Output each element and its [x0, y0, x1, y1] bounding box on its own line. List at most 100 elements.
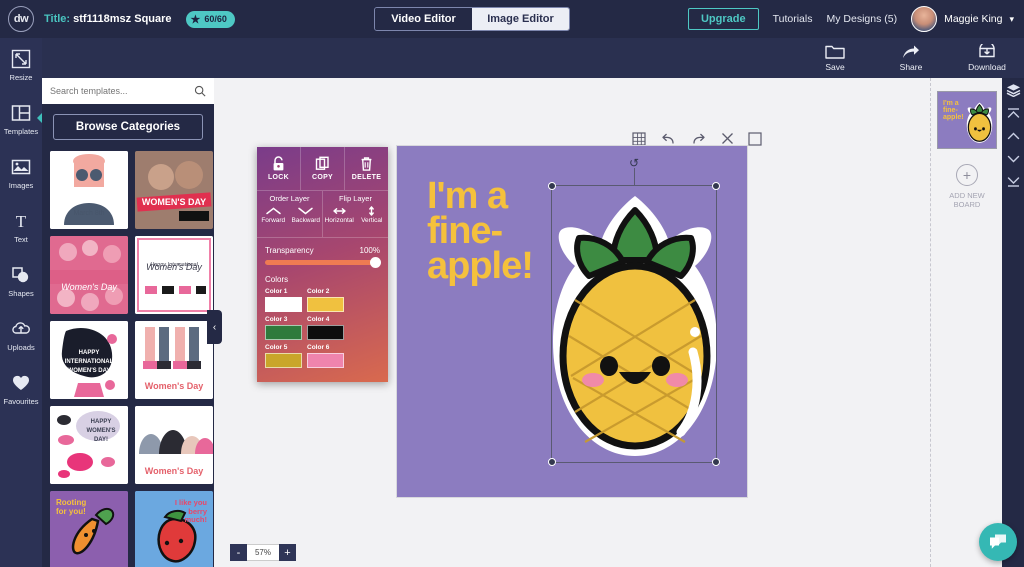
- fullscreen-icon[interactable]: [748, 131, 762, 151]
- copy-button[interactable]: COPY: [300, 147, 344, 190]
- favourites-icon: [12, 375, 30, 390]
- template-card[interactable]: Happy InternationalWomen's Day: [50, 236, 128, 314]
- resize-handle-bl[interactable]: [548, 458, 556, 466]
- template-card[interactable]: I like you berry much!: [135, 491, 213, 567]
- share-label: Share: [899, 62, 923, 72]
- swatch-color[interactable]: [265, 353, 302, 368]
- zoom-out-button[interactable]: -: [230, 544, 247, 561]
- template-card[interactable]: March 8th: [50, 151, 128, 229]
- bt-line-2: fine-: [943, 107, 958, 114]
- template-card-title: Women's Day: [144, 466, 204, 476]
- tutorials-link[interactable]: Tutorials: [773, 13, 813, 25]
- board-thumb-artwork: [966, 102, 993, 143]
- user-menu[interactable]: Maggie King ▾: [911, 6, 1014, 32]
- share-button[interactable]: Share: [890, 44, 932, 72]
- layers-button[interactable]: [1002, 78, 1024, 101]
- resize-icon: [11, 49, 31, 69]
- template-card[interactable]: HAPPY INTERNATIONALWomen's Day: [135, 406, 213, 484]
- chevron-down-icon: ▾: [1009, 13, 1014, 24]
- swatch-color[interactable]: [307, 297, 344, 312]
- order-backward-button[interactable]: Backward: [290, 206, 323, 224]
- document-title[interactable]: stf1118msz Square: [73, 13, 171, 25]
- artboard-headline[interactable]: I'm a fine- apple!: [427, 177, 534, 285]
- template-card[interactable]: Happy InternationalWomen's Day: [135, 236, 213, 314]
- rail-label: Shapes: [8, 289, 34, 298]
- rail-item-resize[interactable]: Resize: [0, 38, 42, 92]
- artboard[interactable]: I'm a fine- apple! ↺: [397, 146, 747, 497]
- rotate-line: [634, 168, 635, 186]
- swatch-color[interactable]: [307, 325, 344, 340]
- editor-mode-toggle[interactable]: Video Editor Image Editor: [374, 7, 570, 31]
- template-card[interactable]: MARCH 8THWOMEN'S DAY: [135, 151, 213, 229]
- rail-label: Images: [8, 181, 34, 190]
- save-label: Save: [825, 62, 845, 72]
- lock-button[interactable]: LOCK: [257, 147, 300, 190]
- color-swatch-1[interactable]: Color 1: [265, 288, 302, 312]
- slider-knob[interactable]: [370, 257, 381, 268]
- my-designs-link[interactable]: My Designs (5): [826, 13, 897, 25]
- template-card[interactable]: HAPPY INTERNATIONAL WOMEN'S DAY: [50, 321, 128, 399]
- download-button[interactable]: Download: [966, 44, 1008, 72]
- template-search-bar[interactable]: [42, 78, 214, 104]
- tab-image-editor[interactable]: Image Editor: [472, 8, 569, 30]
- color-swatch-3[interactable]: Color 3: [265, 316, 302, 340]
- board-thumbnail[interactable]: I'm a fine- apple!: [937, 91, 997, 149]
- rail-item-uploads[interactable]: Uploads: [0, 308, 42, 362]
- rotate-handle-icon[interactable]: ↺: [629, 156, 639, 170]
- app-logo[interactable]: dw: [8, 6, 34, 32]
- zoom-in-button[interactable]: +: [279, 544, 296, 561]
- resize-handle-br[interactable]: [712, 458, 720, 466]
- template-card-title: I like you berry much!: [174, 498, 207, 525]
- flip-vertical-label: Vertical: [361, 217, 383, 224]
- color-swatch-5[interactable]: Color 5: [265, 344, 302, 368]
- swatch-color[interactable]: [265, 297, 302, 312]
- top-right-nav: Upgrade Tutorials My Designs (5) Maggie …: [687, 0, 1014, 38]
- template-card-title: HAPPY INTERNATIONAL WOMEN'S DAY: [64, 350, 114, 374]
- previous-board-button[interactable]: [1002, 124, 1024, 147]
- first-board-button[interactable]: [1002, 101, 1024, 124]
- flip-horizontal-button[interactable]: Horizontal: [323, 206, 356, 224]
- rail-item-favourites[interactable]: Favourites: [0, 362, 42, 416]
- selection-frame[interactable]: ↺: [548, 156, 720, 466]
- rail-item-shapes[interactable]: Shapes: [0, 254, 42, 308]
- color-swatch-2[interactable]: Color 2: [307, 288, 344, 312]
- folder-icon: [825, 45, 845, 59]
- images-icon: [11, 159, 31, 175]
- swatch-color[interactable]: [307, 353, 344, 368]
- order-backward-label: Backward: [291, 217, 321, 224]
- credits-badge: ★ 60/60: [185, 10, 235, 28]
- swatch-label: Color 5: [265, 344, 288, 351]
- boards-panel: I'm a fine- apple! + ADD NEW BOARD: [930, 78, 1002, 567]
- color-swatch-4[interactable]: Color 4: [307, 316, 344, 340]
- template-card[interactable]: HAPPY INTERNATIONALWomen's Day: [135, 321, 213, 399]
- transparency-slider[interactable]: [265, 257, 381, 268]
- delete-button[interactable]: DELETE: [344, 147, 388, 190]
- resize-handle-tr[interactable]: [712, 182, 720, 190]
- swatch-color[interactable]: [265, 325, 302, 340]
- browse-categories-button[interactable]: Browse Categories: [53, 114, 203, 140]
- resize-handle-tl[interactable]: [548, 182, 556, 190]
- upgrade-button[interactable]: Upgrade: [687, 8, 759, 30]
- collapse-panel-button[interactable]: ‹: [207, 310, 222, 344]
- save-button[interactable]: Save: [814, 44, 856, 72]
- rail-item-images[interactable]: Images: [0, 146, 42, 200]
- lock-label: LOCK: [267, 174, 290, 181]
- last-board-button[interactable]: [1002, 170, 1024, 193]
- add-new-board-button[interactable]: + ADD NEW BOARD: [931, 164, 1003, 210]
- rail-item-text[interactable]: T Text: [0, 200, 42, 254]
- color-swatch-6[interactable]: Color 6: [307, 344, 344, 368]
- layer-properties-panel: LOCK COPY DELETE Order Layer Forward Bac…: [257, 147, 388, 382]
- lock-icon: [273, 156, 284, 171]
- tab-video-editor[interactable]: Video Editor: [375, 8, 472, 30]
- search-input[interactable]: [50, 86, 194, 96]
- chat-button[interactable]: [979, 523, 1017, 561]
- rail-item-templates[interactable]: Templates: [0, 92, 43, 146]
- zoom-value: 57%: [247, 544, 279, 561]
- template-card[interactable]: HAPPY WOMEN'S DAY!: [50, 406, 128, 484]
- next-board-button[interactable]: [1002, 147, 1024, 170]
- flip-vertical-button[interactable]: Vertical: [356, 206, 389, 224]
- uploads-icon: [12, 322, 30, 334]
- swatch-label: Color 2: [307, 288, 330, 295]
- order-forward-button[interactable]: Forward: [257, 206, 290, 224]
- template-card[interactable]: Rooting for you!: [50, 491, 128, 567]
